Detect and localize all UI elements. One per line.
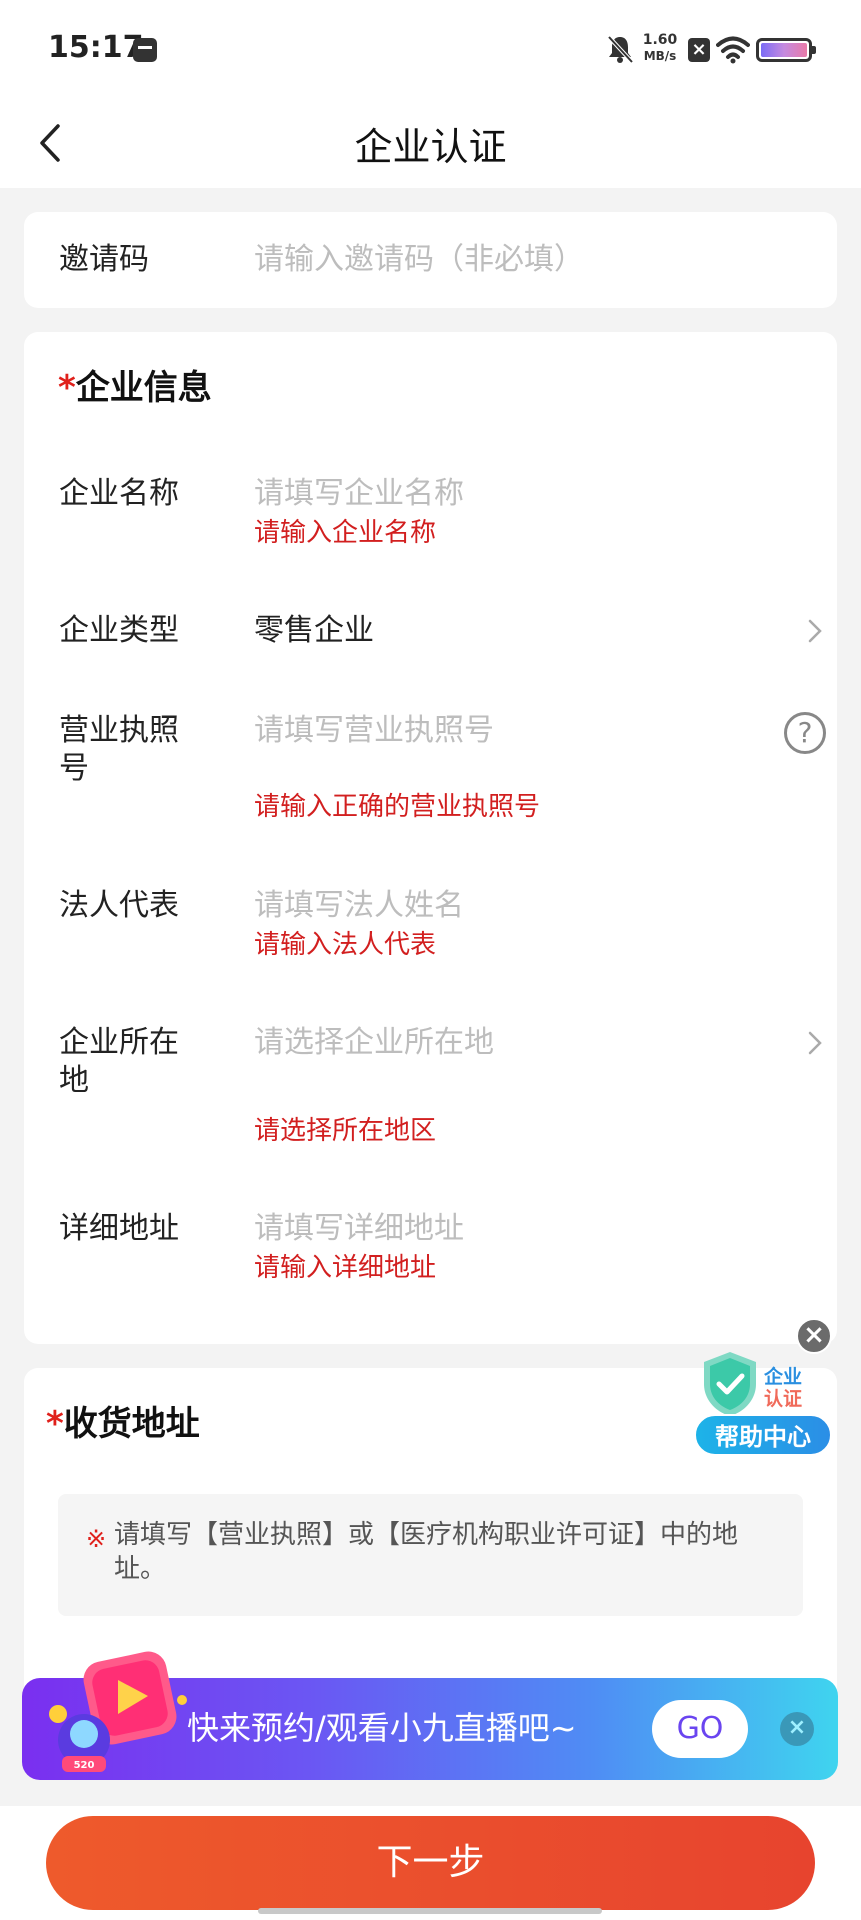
- help-tag-line2: 认证: [764, 1388, 803, 1410]
- company-section-title-text: 企业信息: [75, 368, 212, 408]
- required-mark: *: [46, 1404, 64, 1444]
- network-speed: 1.60 MB/s: [640, 32, 680, 64]
- banner-close-icon[interactable]: ×: [780, 1712, 814, 1746]
- address-input[interactable]: 请填写详细地址: [254, 1210, 464, 1248]
- network-speed-unit: MB/s: [643, 49, 677, 63]
- company-name-label: 企业名称: [59, 476, 179, 511]
- help-tag-line1: 企业: [764, 1366, 803, 1388]
- banner-text: 快来预约/观看小九直播吧~: [187, 1709, 577, 1747]
- live-stream-banner[interactable]: 520 快来预约/观看小九直播吧~ GO ×: [22, 1651, 838, 1780]
- legal-rep-input[interactable]: 请填写法人姓名: [254, 887, 464, 925]
- invite-code-input[interactable]: 请输入邀请码（非必填）: [254, 241, 584, 279]
- required-mark: *: [58, 368, 76, 408]
- banner-badge: 520: [74, 1760, 95, 1771]
- shipping-notice: ※ 请填写【营业执照】或【医疗机构职业许可证】中的地址。: [58, 1494, 803, 1616]
- address-label: 详细地址: [59, 1211, 179, 1246]
- notice-text: 请填写【营业执照】或【医疗机构职业许可证】中的地址。: [114, 1520, 739, 1584]
- question-help-icon[interactable]: ?: [784, 712, 826, 754]
- address-error: 请输入详细地址: [254, 1253, 437, 1283]
- invite-code-label: 邀请码: [59, 242, 149, 277]
- location-label-line2: 地: [59, 1063, 89, 1098]
- wifi-icon: [716, 36, 750, 64]
- page-title: 企业认证: [354, 125, 507, 169]
- company-info-card: *企业信息 企业名称 请填写企业名称 请输入企业名称 企业类型 零售企业 营业执…: [24, 332, 837, 1344]
- help-center-float[interactable]: 企业 认证 帮助中心 ×: [694, 1310, 834, 1460]
- legal-rep-error: 请输入法人代表: [254, 930, 437, 960]
- shipping-section-title-text: 收货地址: [63, 1404, 200, 1444]
- license-label-line2: 号: [59, 751, 89, 786]
- company-type-select[interactable]: 零售企业: [254, 612, 374, 650]
- notification-app-icon: [133, 38, 157, 62]
- next-step-button[interactable]: 下一步: [46, 1816, 815, 1910]
- notice-mark: ※: [86, 1525, 107, 1553]
- license-label-line1: 营业执照: [59, 713, 179, 748]
- mute-bell-icon: [607, 35, 634, 64]
- company-name-error: 请输入企业名称: [254, 518, 437, 548]
- live-play-icon: 520: [49, 1651, 187, 1772]
- location-label-line1: 企业所在: [59, 1025, 179, 1060]
- location-select[interactable]: 请选择企业所在地: [254, 1024, 494, 1062]
- bottom-bar: 下一步: [0, 1806, 861, 1920]
- help-center-button[interactable]: 帮助中心: [694, 1414, 832, 1456]
- help-tag: 企业 认证: [764, 1366, 802, 1410]
- location-error: 请选择所在地区: [254, 1116, 437, 1146]
- legal-rep-label: 法人代表: [59, 888, 179, 923]
- company-name-input[interactable]: 请填写企业名称: [254, 475, 464, 513]
- close-icon[interactable]: ×: [796, 1318, 832, 1354]
- invite-code-card: 邀请码 请输入邀请码（非必填）: [24, 212, 837, 308]
- shipping-section-title: *收货地址: [46, 1404, 200, 1444]
- shield-check-icon: [704, 1352, 756, 1416]
- nav-bar: 企业认证: [0, 100, 861, 188]
- company-section-title: *企业信息: [58, 368, 212, 408]
- status-time: 15:17: [48, 30, 144, 65]
- sim-blocked-icon: ×: [688, 38, 710, 62]
- license-number-input[interactable]: 请填写营业执照号: [254, 712, 494, 750]
- company-type-label: 企业类型: [59, 613, 179, 648]
- home-indicator[interactable]: [258, 1908, 602, 1914]
- banner-go-button[interactable]: GO: [652, 1700, 748, 1758]
- battery-icon: [756, 38, 816, 62]
- status-bar: 15:17 1.60 MB/s ×: [0, 0, 861, 100]
- network-speed-value: 1.60: [642, 32, 678, 48]
- license-number-error: 请输入正确的营业执照号: [254, 792, 541, 822]
- chevron-right-icon[interactable]: [806, 617, 824, 645]
- chevron-right-icon[interactable]: [806, 1029, 824, 1057]
